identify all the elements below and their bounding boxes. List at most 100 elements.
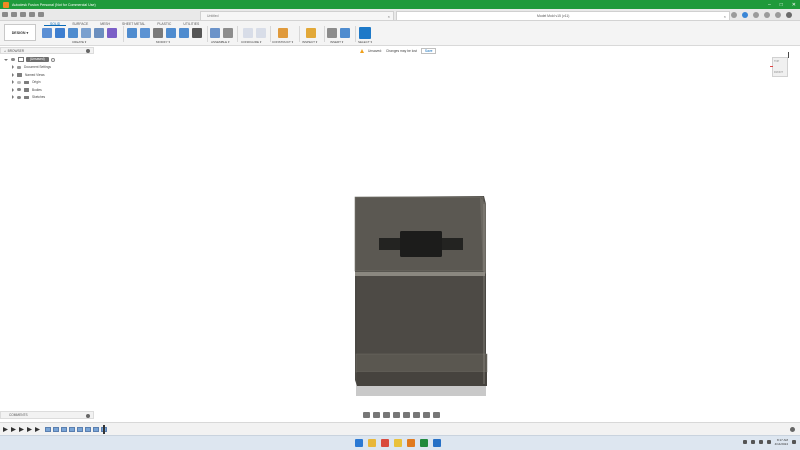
move-icon[interactable]	[192, 28, 202, 38]
hole-icon[interactable]	[94, 28, 104, 38]
add-tab-icon[interactable]	[731, 12, 737, 18]
tab-plastic[interactable]: PLASTIC	[151, 21, 177, 26]
insert-canvas-icon[interactable]	[340, 28, 350, 38]
insert-mesh-icon[interactable]	[327, 28, 337, 38]
app-icon[interactable]	[433, 439, 441, 447]
file-explorer-icon[interactable]	[368, 439, 376, 447]
save-icon[interactable]	[20, 12, 26, 17]
excel-icon[interactable]	[420, 439, 428, 447]
add-comment-icon[interactable]	[86, 414, 90, 418]
select-icon[interactable]	[359, 27, 371, 39]
browser-item-bodies[interactable]: Bodies	[0, 86, 94, 94]
create-sketch-icon[interactable]	[55, 28, 65, 38]
group-label-select[interactable]: SELECT ▾	[358, 40, 372, 44]
timeline-feature[interactable]	[45, 427, 51, 432]
combine-icon[interactable]	[166, 28, 176, 38]
group-label-construct[interactable]: CONSTRUCT ▾	[272, 40, 293, 44]
play-icon[interactable]	[19, 427, 24, 432]
zoom-icon[interactable]	[393, 411, 400, 418]
viewports-icon[interactable]	[433, 411, 440, 418]
help-icon[interactable]	[775, 12, 781, 18]
tab-model-mold[interactable]: Model Mold v15 (v11) ×	[396, 11, 730, 20]
notification-icon[interactable]	[764, 12, 770, 18]
browser-item-origin[interactable]: Origin	[0, 79, 94, 87]
timeline-settings-gear-icon[interactable]	[790, 427, 795, 432]
look-at-icon[interactable]	[373, 411, 380, 418]
display-settings-icon[interactable]	[413, 411, 420, 418]
zoom-window-icon[interactable]	[403, 411, 410, 418]
step-back-icon[interactable]	[11, 427, 16, 432]
grid-menu-icon[interactable]	[2, 12, 8, 17]
joint-icon[interactable]	[223, 28, 233, 38]
collapse-browser-icon[interactable]: ◂	[4, 49, 6, 53]
expand-icon[interactable]	[12, 95, 14, 100]
new-component-assemble-icon[interactable]	[210, 28, 220, 38]
chrome-icon[interactable]	[394, 439, 402, 447]
visibility-eye-icon[interactable]	[17, 95, 21, 99]
browser-root[interactable]: (Unsaved)	[0, 56, 94, 64]
avatar[interactable]	[786, 12, 792, 18]
browser-icon[interactable]	[381, 439, 389, 447]
sync-icon[interactable]	[742, 12, 748, 18]
tab-sheet-metal[interactable]: SHEET METAL	[116, 21, 151, 26]
browser-item-sketches[interactable]: Sketches	[0, 94, 94, 102]
notifications-icon[interactable]	[792, 440, 796, 444]
tab-surface[interactable]: SURFACE	[66, 21, 94, 26]
expand-icon[interactable]	[12, 80, 14, 85]
fusion-taskbar-icon[interactable]	[407, 439, 415, 447]
tab-utilities[interactable]: UTILITIES	[177, 21, 205, 26]
close-button[interactable]: ✕	[792, 2, 796, 8]
visibility-eye-icon[interactable]	[17, 88, 21, 92]
step-forward-icon[interactable]	[27, 427, 32, 432]
new-component-icon[interactable]	[42, 28, 52, 38]
browser-item-document-settings[interactable]: Document Settings	[0, 64, 94, 72]
timeline-feature[interactable]	[85, 427, 91, 432]
fillet-icon[interactable]	[140, 28, 150, 38]
browser-item-named-views[interactable]: Named Views	[0, 71, 94, 79]
extrude-icon[interactable]	[68, 28, 78, 38]
expand-icon[interactable]	[12, 87, 14, 92]
go-to-end-icon[interactable]	[35, 427, 40, 432]
view-cube[interactable]: TOP FRONT	[770, 52, 790, 80]
network-icon[interactable]	[750, 440, 755, 444]
timeline-feature[interactable]	[93, 427, 99, 432]
close-tab-icon[interactable]: ×	[388, 14, 390, 19]
form-icon[interactable]	[107, 28, 117, 38]
close-tab-icon[interactable]: ×	[724, 14, 726, 19]
save-button[interactable]: Save	[420, 48, 437, 54]
file-icon[interactable]	[11, 12, 17, 17]
press-pull-icon[interactable]	[127, 28, 137, 38]
expand-icon[interactable]	[12, 72, 14, 77]
browser-options-icon[interactable]	[86, 49, 90, 53]
configure-rule-icon[interactable]	[256, 28, 266, 38]
go-to-start-icon[interactable]	[3, 427, 8, 432]
group-label-inspect[interactable]: INSPECT ▾	[302, 40, 317, 44]
volume-icon[interactable]	[758, 440, 763, 444]
model-body[interactable]	[352, 194, 488, 400]
tab-solid[interactable]: SOLID	[44, 21, 67, 26]
shell-icon[interactable]	[153, 28, 163, 38]
offset-plane-icon[interactable]	[278, 28, 288, 38]
revolve-icon[interactable]	[81, 28, 91, 38]
group-label-create[interactable]: CREATE ▾	[72, 40, 86, 44]
timeline-feature[interactable]	[61, 427, 67, 432]
measure-icon[interactable]	[306, 28, 316, 38]
maximize-button[interactable]: □	[780, 2, 783, 8]
group-label-assemble[interactable]: ASSEMBLE ▾	[211, 40, 230, 44]
group-label-modify[interactable]: MODIFY ▾	[156, 40, 170, 44]
activate-icon[interactable]	[50, 57, 55, 62]
timeline-feature[interactable]	[77, 427, 83, 432]
group-label-configure[interactable]: CONFIGURE ▾	[241, 40, 261, 44]
model-front-face[interactable]	[357, 276, 484, 354]
group-label-insert[interactable]: INSERT ▾	[330, 40, 343, 44]
visibility-eye-icon[interactable]	[17, 80, 21, 84]
scale-icon[interactable]	[179, 28, 189, 38]
battery-icon[interactable]	[766, 440, 771, 444]
redo-icon[interactable]	[38, 12, 44, 17]
minimize-button[interactable]: –	[768, 2, 771, 8]
timeline-feature[interactable]	[53, 427, 59, 432]
pan-icon[interactable]	[383, 411, 390, 418]
expand-icon[interactable]	[12, 65, 14, 70]
tab-untitled[interactable]: Untitled ×	[200, 11, 394, 20]
job-status-icon[interactable]	[753, 12, 759, 18]
